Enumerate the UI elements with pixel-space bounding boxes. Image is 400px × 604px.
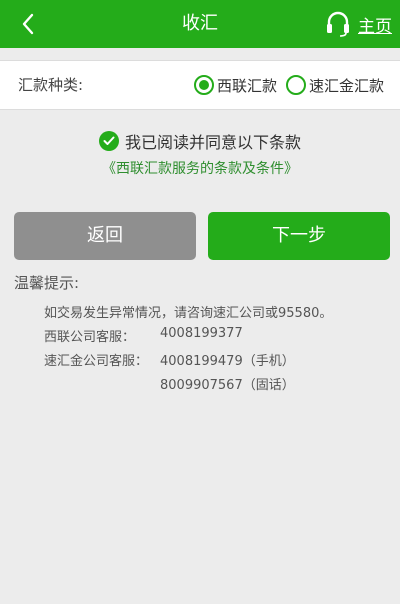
agreement-text: 我已阅读并同意以下条款 bbox=[124, 133, 301, 152]
back-button[interactable]: 返回 bbox=[14, 212, 196, 260]
tips-title: 温馨提示: bbox=[14, 274, 80, 292]
tip-moneygram-label: 速汇金公司客服： bbox=[44, 354, 149, 369]
tip-moneygram-phone-2: 8009907567（固话） bbox=[160, 378, 295, 393]
header-bar: 收汇 主页 bbox=[0, 0, 400, 48]
tip-line-1: 如交易发生异常情况，请咨询速汇公司或95580。 bbox=[44, 306, 333, 321]
home-button[interactable]: 主页 bbox=[326, 8, 392, 40]
radio-unchecked-icon bbox=[286, 75, 306, 95]
radio-moneygram[interactable]: 速汇金汇款 bbox=[286, 73, 384, 97]
next-button[interactable]: 下一步 bbox=[208, 212, 390, 260]
headset-icon bbox=[327, 11, 349, 37]
radio-western-union[interactable]: 西联汇款 bbox=[194, 73, 277, 97]
terms-link[interactable]: 《西联汇款服务的条款及条件》 bbox=[0, 158, 400, 178]
radio-checked-icon bbox=[194, 75, 214, 95]
radio-label-moneygram: 速汇金汇款 bbox=[309, 76, 385, 95]
tip-western-union-label: 西联公司客服： bbox=[44, 330, 136, 345]
radio-label-western-union: 西联汇款 bbox=[217, 76, 278, 95]
home-label: 主页 bbox=[358, 16, 392, 37]
remit-type-row: 汇款种类: 西联汇款 速汇金汇款 bbox=[0, 60, 400, 110]
check-icon bbox=[98, 131, 119, 151]
remit-type-label: 汇款种类: bbox=[18, 76, 84, 94]
tip-western-union-phone: 4008199377 bbox=[160, 326, 243, 341]
agreement-checkbox[interactable]: 我已阅读并同意以下条款 bbox=[0, 128, 400, 154]
tip-moneygram-phone-1: 4008199479（手机） bbox=[160, 354, 295, 369]
